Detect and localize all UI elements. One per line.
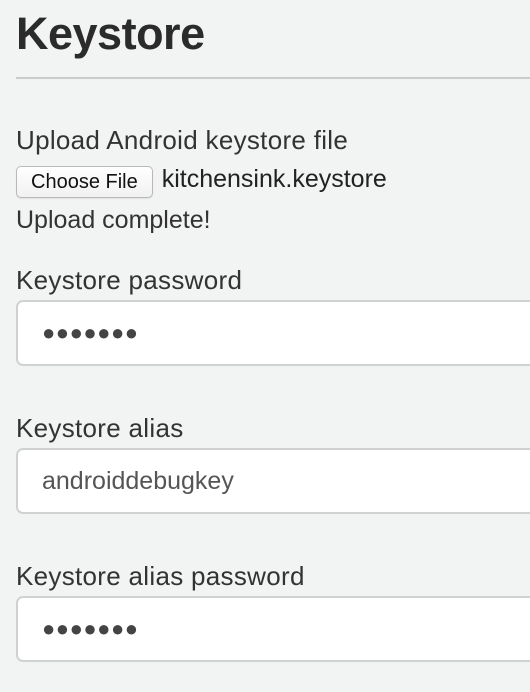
upload-label: Upload Android keystore file [16, 125, 349, 155]
keystore-alias-value: androiddebugkey [42, 466, 234, 495]
choose-file-button[interactable]: Choose File [16, 166, 153, 198]
keystore-alias-label: Keystore alias [16, 413, 184, 443]
keystore-password-label: Keystore password [16, 265, 243, 295]
file-upload-control: Choose File kitchensink.keystore [16, 164, 387, 200]
keystore-alias-input[interactable]: androiddebugkey [16, 448, 530, 514]
selected-file-name: kitchensink.keystore [161, 165, 387, 193]
page-title: Keystore [16, 8, 205, 59]
title-divider [16, 77, 530, 79]
keystore-password-input[interactable]: ●●●●●●● [16, 300, 530, 366]
alias-password-input[interactable]: ●●●●●●● [16, 596, 530, 662]
keystore-password-value: ●●●●●●● [42, 320, 139, 345]
upload-status: Upload complete! [16, 206, 211, 234]
alias-password-label: Keystore alias password [16, 561, 305, 591]
keystore-form: Keystore Upload Android keystore file Ch… [0, 0, 530, 692]
alias-password-value: ●●●●●●● [42, 616, 139, 641]
